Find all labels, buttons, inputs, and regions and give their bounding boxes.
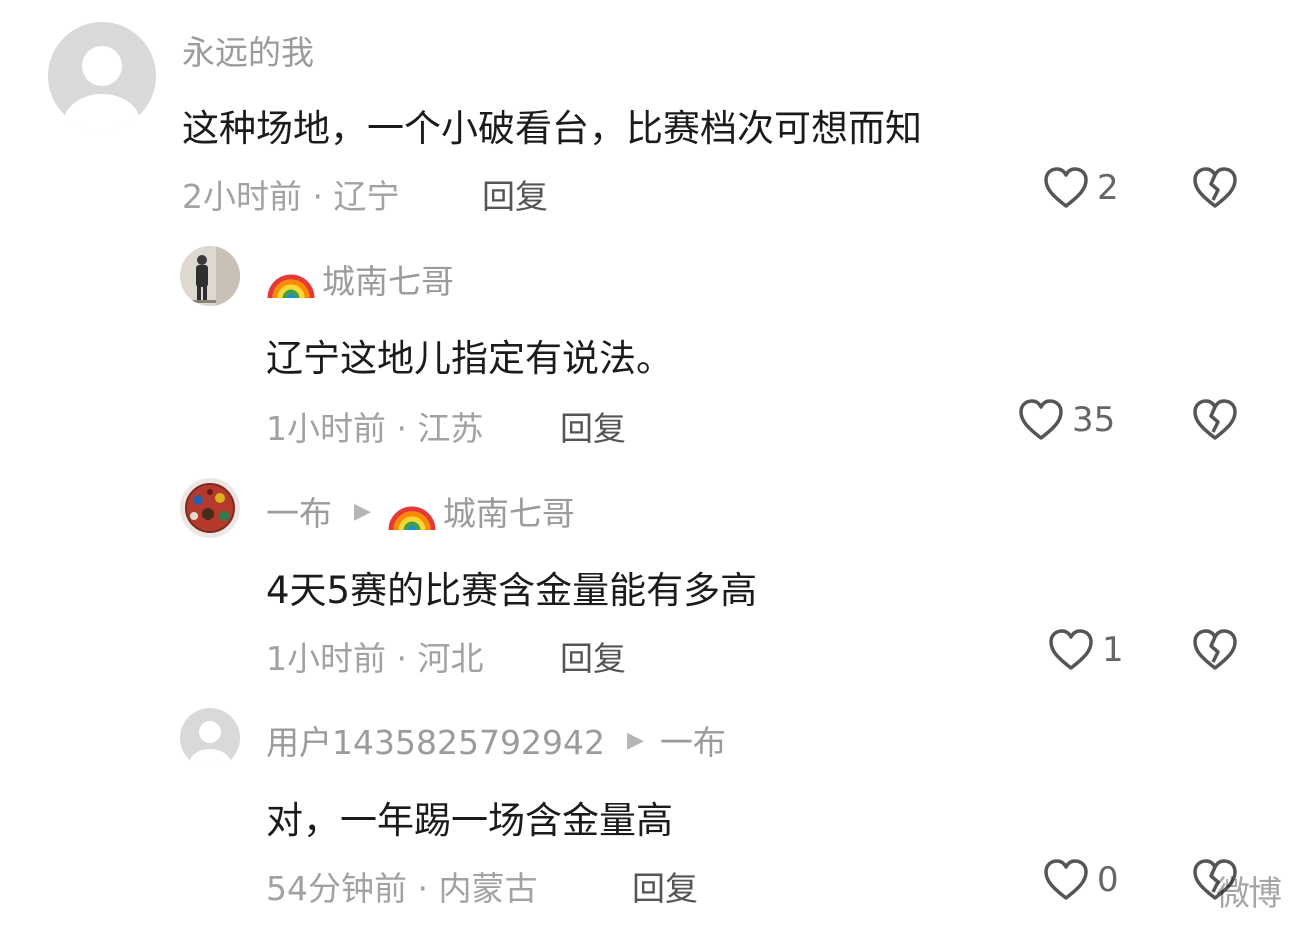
- comment-meta: 1小时前 · 江苏: [266, 402, 483, 450]
- name-line: 用户1435825792942 ▶ 一布: [266, 716, 726, 764]
- reply-button[interactable]: 回复: [560, 402, 626, 450]
- like-count: 35: [1072, 400, 1116, 440]
- like-count: 0: [1097, 860, 1119, 900]
- reply-button[interactable]: 回复: [482, 170, 548, 218]
- avatar[interactable]: [180, 246, 240, 306]
- dislike-button[interactable]: [1192, 628, 1238, 676]
- comment-time: 54分钟前: [266, 869, 407, 908]
- reply-to-username[interactable]: 城南七哥: [443, 487, 575, 535]
- broken-heart-icon: [1193, 167, 1237, 208]
- dislike-button[interactable]: [1192, 398, 1238, 446]
- name-line: 永远的我: [182, 26, 314, 74]
- broken-heart-icon: [1193, 629, 1237, 670]
- rainbow-icon: [387, 486, 437, 536]
- like-button[interactable]: 0: [1043, 858, 1119, 902]
- comment-time: 1小时前: [266, 409, 386, 448]
- username[interactable]: 一布: [266, 487, 332, 535]
- comment-meta: 54分钟前 · 内蒙古: [266, 862, 537, 910]
- comment-meta: 1小时前 · 河北: [266, 632, 483, 680]
- like-button[interactable]: 1: [1048, 628, 1124, 672]
- comment-text: 辽宁这地儿指定有说法。: [266, 337, 673, 380]
- dislike-button[interactable]: [1192, 166, 1238, 214]
- heart-outline-icon: [1044, 167, 1088, 208]
- comment-text: 对，一年踢一场含金量高: [266, 799, 673, 842]
- like-button[interactable]: 35: [1018, 398, 1115, 442]
- meta-separator: ·: [417, 869, 439, 908]
- comment-location: 河北: [417, 639, 484, 678]
- like-button[interactable]: 2: [1043, 166, 1119, 210]
- comment-location: 内蒙古: [438, 869, 538, 908]
- username[interactable]: 城南七哥: [322, 255, 454, 303]
- triangle-right-icon: ▶: [354, 498, 371, 524]
- reply-button[interactable]: 回复: [632, 862, 698, 910]
- comment-meta: 2小时前 · 辽宁: [182, 170, 399, 218]
- comment-time: 1小时前: [266, 639, 386, 678]
- watermark: 微博: [1216, 874, 1282, 914]
- heart-outline-icon: [1049, 629, 1093, 670]
- comment-time: 2小时前: [182, 177, 302, 216]
- heart-outline-icon: [1019, 399, 1063, 440]
- avatar[interactable]: [180, 478, 240, 538]
- triangle-right-icon: ▶: [626, 727, 644, 753]
- meta-separator: ·: [396, 639, 418, 678]
- rainbow-icon: [266, 254, 316, 304]
- comment-location: 辽宁: [333, 177, 400, 216]
- comment-text: 4天5赛的比赛含金量能有多高: [266, 569, 758, 612]
- comment-location: 江苏: [417, 409, 484, 448]
- meta-separator: ·: [312, 177, 334, 216]
- name-line: 一布 ▶ 城南七哥: [266, 486, 575, 536]
- username[interactable]: 用户1435825792942: [266, 716, 605, 764]
- like-count: 2: [1097, 168, 1119, 208]
- reply-to-username[interactable]: 一布: [660, 716, 726, 764]
- avatar[interactable]: [48, 22, 156, 130]
- username[interactable]: 永远的我: [182, 26, 314, 74]
- broken-heart-icon: [1193, 399, 1237, 440]
- like-count: 1: [1102, 630, 1124, 670]
- reply-button[interactable]: 回复: [560, 632, 626, 680]
- avatar[interactable]: [180, 708, 240, 768]
- name-line: 城南七哥: [266, 254, 454, 304]
- meta-separator: ·: [396, 409, 418, 448]
- comment-text: 这种场地，一个小破看台，比赛档次可想而知: [182, 107, 922, 150]
- heart-outline-icon: [1044, 859, 1088, 900]
